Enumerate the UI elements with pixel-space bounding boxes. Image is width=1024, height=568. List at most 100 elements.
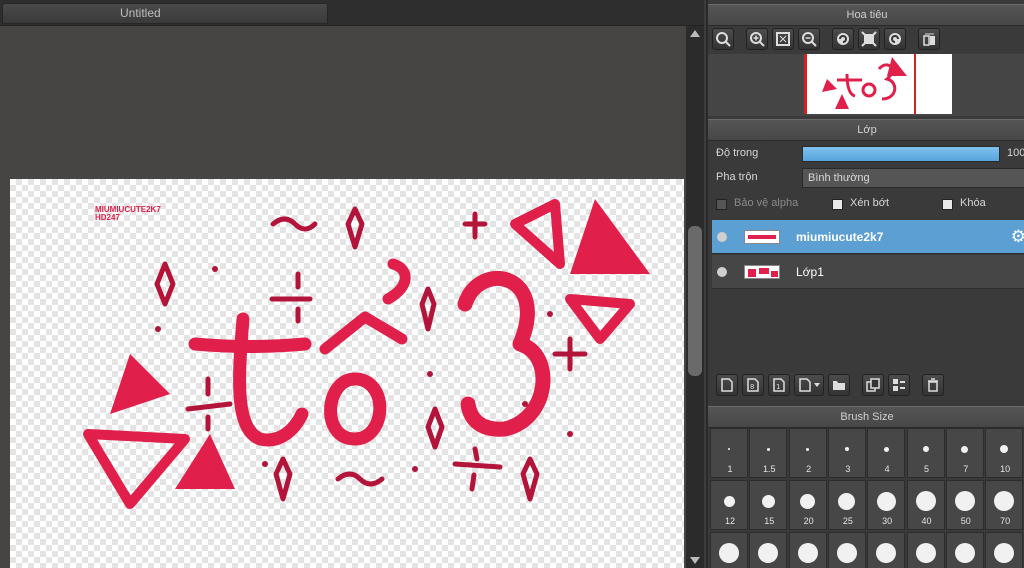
- brush-size-label: 12: [724, 516, 735, 526]
- brush-dot-icon: [844, 447, 849, 451]
- brush-size-label: 15: [764, 516, 775, 526]
- brush-size-label: 25: [842, 516, 853, 526]
- clipping-checkbox[interactable]: [832, 199, 843, 210]
- scroll-up-icon[interactable]: [690, 30, 700, 37]
- merge-down-button[interactable]: [888, 374, 910, 396]
- brush-size-cell[interactable]: 3: [827, 428, 866, 478]
- zoom-out-icon: [802, 32, 817, 47]
- brush-size-cell[interactable]: 700: [945, 532, 984, 568]
- brush-size-label: 7: [963, 464, 969, 474]
- blend-mode-select[interactable]: Bình thường: [802, 168, 1024, 188]
- brush-dot-icon: [915, 543, 936, 563]
- visibility-eye-icon[interactable]: [717, 267, 727, 277]
- navigator-preview[interactable]: [708, 54, 1024, 116]
- lock-checkbox[interactable]: [942, 199, 953, 210]
- layer-item[interactable]: miumiucute2k7 ⚙: [712, 220, 1024, 254]
- new-page-icon: [721, 378, 733, 392]
- canvas-viewport[interactable]: MIUMIUCUTE2K7 HD247: [0, 26, 686, 568]
- brush-dot-icon: [758, 543, 779, 563]
- brush-dot-icon: [994, 543, 1015, 563]
- document-tab-label: Untitled: [120, 6, 161, 20]
- brush-size-cell[interactable]: 15: [749, 480, 788, 530]
- scroll-down-icon[interactable]: [690, 557, 700, 564]
- brush-dot-icon: [766, 447, 770, 451]
- brush-size-cell[interactable]: 2: [788, 428, 827, 478]
- layer-settings-gear-icon[interactable]: ⚙: [1011, 228, 1024, 245]
- opacity-value: 100: [1007, 147, 1024, 159]
- visibility-eye-icon[interactable]: [717, 232, 727, 242]
- brush-size-cell[interactable]: 4: [867, 428, 906, 478]
- zoom-in-icon: [750, 32, 765, 47]
- new-folder-button[interactable]: [828, 374, 850, 396]
- scroll-thumb[interactable]: [688, 226, 702, 376]
- opacity-label: Độ trong: [716, 147, 759, 159]
- document-tab[interactable]: Untitled: [2, 3, 328, 24]
- brush-size-cell[interactable]: 300: [827, 532, 866, 568]
- brush-size-cell[interactable]: 100: [710, 532, 748, 568]
- svg-text:1: 1: [776, 383, 780, 391]
- protect-alpha-checkbox[interactable]: [716, 199, 727, 210]
- brush-size-cell[interactable]: 1000: [985, 532, 1024, 568]
- flip-horizontal-button[interactable]: [918, 28, 940, 50]
- layers-title: Lớp: [857, 124, 877, 136]
- brush-size-cell[interactable]: 7: [945, 428, 984, 478]
- zoom-actual-icon: [716, 32, 731, 47]
- rotate-right-icon: [889, 33, 901, 45]
- brush-size-label: 5: [923, 464, 929, 474]
- canvas-vertical-scrollbar[interactable]: [686, 26, 704, 568]
- rotate-right-button[interactable]: [884, 28, 906, 50]
- brush-size-cell[interactable]: 500: [906, 532, 945, 568]
- document-area: Untitled MIUMIUCUTE2K7 HD247: [0, 0, 704, 568]
- canvas[interactable]: MIUMIUCUTE2K7 HD247: [10, 179, 684, 568]
- brush-size-cell[interactable]: 1.5: [749, 428, 788, 478]
- brush-dot-icon: [836, 543, 857, 563]
- delete-layer-button[interactable]: [922, 374, 944, 396]
- brush-dot-icon: [719, 543, 739, 563]
- new-layer-button[interactable]: [716, 374, 738, 396]
- merge-down-icon: [893, 379, 905, 391]
- brush-size-cell[interactable]: 40: [906, 480, 945, 530]
- reset-rotation-button[interactable]: [858, 28, 880, 50]
- brush-dot-icon: [961, 445, 969, 453]
- navigator-header: Hoa tiêu: [708, 4, 1024, 26]
- brush-size-cell[interactable]: 50: [945, 480, 984, 530]
- brush-size-cell[interactable]: 25: [827, 480, 866, 530]
- svg-text:8: 8: [750, 383, 754, 391]
- brush-size-cell[interactable]: 5: [906, 428, 945, 478]
- brush-size-label: 1: [727, 464, 733, 474]
- protect-alpha-label: Bảo vệ alpha: [734, 197, 799, 209]
- layer-8bit-icon: 8: [747, 378, 759, 392]
- brush-size-cell[interactable]: 20: [788, 480, 827, 530]
- zoom-in-button[interactable]: [746, 28, 768, 50]
- navigator-title: Hoa tiêu: [846, 9, 888, 21]
- blend-label: Pha trộn: [716, 171, 758, 183]
- add-layer-menu-button[interactable]: [794, 374, 824, 396]
- zoom-actual-button[interactable]: [712, 28, 734, 50]
- rotate-left-icon: [837, 33, 849, 45]
- brush-size-cell[interactable]: 1: [710, 428, 748, 478]
- brush-size-cell[interactable]: 150: [749, 532, 788, 568]
- new-8bit-layer-button[interactable]: 8: [742, 374, 764, 396]
- layer-name: Lớp1: [796, 265, 824, 279]
- layer-1bit-icon: 1: [773, 378, 785, 392]
- layer-item[interactable]: Lớp1: [712, 255, 1024, 289]
- brush-size-cell[interactable]: 30: [867, 480, 906, 530]
- brush-size-cell[interactable]: 70: [985, 480, 1024, 530]
- brush-size-cell[interactable]: 400: [867, 532, 906, 568]
- brush-size-label: 20: [803, 516, 814, 526]
- layer-toolbar: 8 1: [708, 374, 1024, 400]
- brush-size-cell[interactable]: 12: [710, 480, 748, 530]
- brush-size-label: 4: [884, 464, 890, 474]
- brush-size-cell[interactable]: 200: [788, 532, 827, 568]
- fit-view-button[interactable]: [772, 28, 794, 50]
- layer-name: miumiucute2k7: [796, 230, 884, 244]
- brush-size-header: Brush Size: [708, 406, 1024, 428]
- opacity-slider[interactable]: [802, 146, 1000, 162]
- brush-size-cell[interactable]: 10: [985, 428, 1024, 478]
- app-window: Untitled MIUMIUCUTE2K7 HD247 Hoa tiêu Lớ…: [0, 0, 1024, 568]
- zoom-out-button[interactable]: [798, 28, 820, 50]
- rotate-left-button[interactable]: [832, 28, 854, 50]
- flip-horizontal-icon: [923, 33, 935, 46]
- duplicate-layer-button[interactable]: [862, 374, 884, 396]
- new-1bit-layer-button[interactable]: 1: [768, 374, 790, 396]
